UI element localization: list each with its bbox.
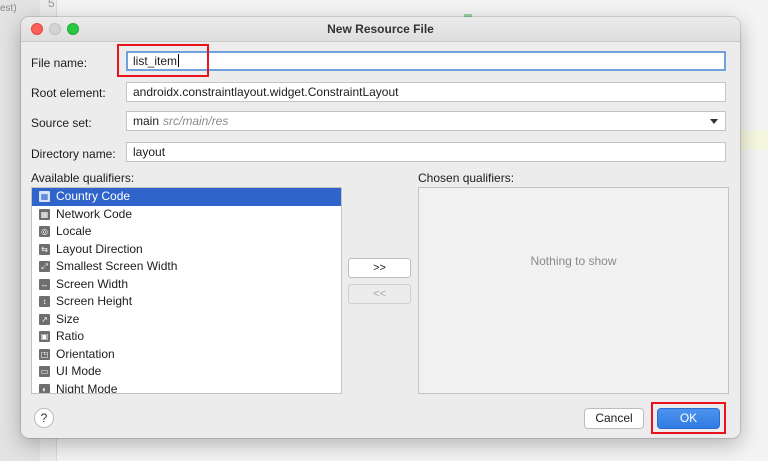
qualifier-item[interactable]: ⤢ Smallest Screen Width [32,258,341,276]
source-set-select[interactable]: main src/main/res [126,111,726,131]
chevron-down-icon [710,119,718,124]
qualifier-item[interactable]: ◎ Locale [32,223,341,241]
qualifier-label: Network Code [56,206,133,221]
screen-width-icon: ↔ [39,278,50,290]
qualifier-item[interactable]: ◳ Orientation [32,346,341,364]
size-icon: ↗ [39,313,50,325]
dialog-titlebar: New Resource File [21,17,740,42]
file-name-value: list_item [133,54,178,68]
qualifier-label: Smallest Screen Width [56,259,178,273]
directory-name-label: Directory name: [31,147,116,161]
ok-button[interactable]: OK [657,408,720,429]
qualifier-label: UI Mode [56,364,102,378]
qualifier-item[interactable]: ▭ UI Mode [32,363,341,381]
qualifier-label: Screen Width [56,276,129,291]
chosen-qualifiers-label: Chosen qualifiers: [418,171,515,185]
qualifier-item[interactable]: ▦ Network Code [32,206,341,224]
country-code-icon: ▦ [39,191,50,202]
ide-code-snippet: est) [0,3,17,14]
dialog-title: New Resource File [327,22,434,36]
new-resource-file-dialog: New Resource File File name: list_item R… [21,17,740,438]
qualifier-label: Night Mode [56,381,118,394]
qualifier-item[interactable]: ↕ Screen Height [32,293,341,311]
qualifier-label: Layout Direction [56,241,143,256]
qualifier-label: Screen Height [56,294,133,308]
ide-line-number: 5 [48,0,55,10]
ratio-icon: ▣ [39,331,50,342]
source-set-hint: src/main/res [163,114,229,128]
orientation-icon: ◳ [39,348,50,360]
root-element-input[interactable]: androidx.constraintlayout.widget.Constra… [126,82,726,102]
chosen-empty-text: Nothing to show [530,254,617,268]
source-set-label: Source set: [31,116,92,130]
smallest-screen-width-icon: ⤢ [39,261,50,272]
file-name-input[interactable]: list_item [126,51,726,71]
qualifier-label: Orientation [56,346,115,361]
screen-height-icon: ↕ [39,296,50,307]
globe-icon: ◎ [39,226,50,237]
qualifier-label: Country Code [56,189,131,203]
add-qualifier-button[interactable]: >> [348,258,411,278]
ui-mode-icon: ▭ [39,366,50,377]
night-mode-icon: ◐ [39,383,50,393]
directory-name-value: layout [133,145,166,159]
qualifier-item[interactable]: ↔ Screen Width [32,276,341,294]
network-code-icon: ▦ [39,208,50,220]
qualifier-label: Size [56,311,80,326]
qualifier-label: Ratio [56,329,85,343]
file-name-label: File name: [31,56,88,70]
qualifier-item[interactable]: ▦ Country Code [32,188,341,206]
qualifier-item[interactable]: ↗ Size [32,311,341,329]
qualifier-item[interactable]: ◐ Night Mode [32,381,341,394]
text-caret [178,54,180,67]
root-element-label: Root element: [31,86,106,100]
ide-highlight-strip [740,130,768,150]
remove-qualifier-button[interactable]: << [348,284,411,304]
cancel-button[interactable]: Cancel [584,408,644,429]
layout-direction-icon: ⇆ [39,243,50,255]
root-element-value: androidx.constraintlayout.widget.Constra… [133,85,399,99]
chosen-qualifiers-list[interactable]: Nothing to show [418,187,729,394]
available-qualifiers-list[interactable]: ▦ Country Code ▦ Network Code ◎ Locale ⇆ Layout… [31,187,342,394]
directory-name-input[interactable]: layout [126,142,726,162]
qualifier-item[interactable]: ⇆ Layout Direction [32,241,341,259]
help-button[interactable]: ? [34,408,54,428]
available-qualifiers-label: Available qualifiers: [31,171,135,185]
source-set-value: main [133,114,160,128]
qualifier-item[interactable]: ▣ Ratio [32,328,341,346]
qualifier-label: Locale [56,224,92,238]
